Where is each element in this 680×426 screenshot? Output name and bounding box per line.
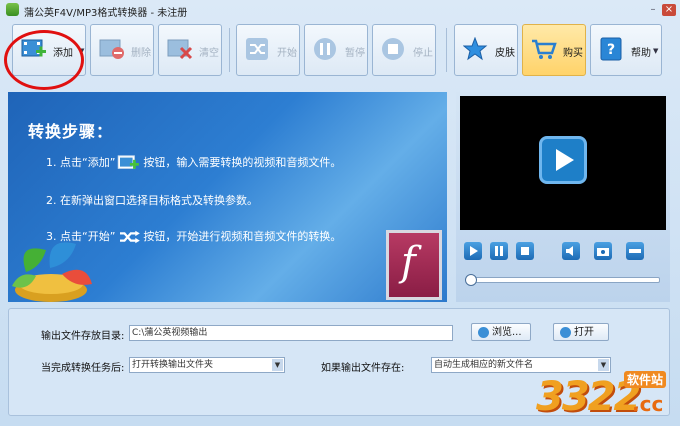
pause-icon	[314, 38, 336, 60]
add-video-icon	[118, 155, 140, 169]
step-1-text-a: 1. 点击“添加”	[46, 156, 116, 169]
main-window: 蒲公英F4V/MP3格式转换器 - 未注册 – × 添加 ▼ 删除 清空 开始 …	[0, 0, 680, 426]
stop-button[interactable]	[516, 242, 534, 260]
browse-label: 浏览...	[492, 327, 522, 338]
highlight-circle	[4, 30, 84, 90]
open-button[interactable]: 打开	[553, 323, 609, 341]
steps-title: 转换步骤：	[28, 122, 114, 141]
toolbar: 添加 ▼ 删除 清空 开始 暂停 停止 皮肤 购买 ? 帮助 ▼	[0, 20, 680, 88]
step-2: 2. 在新弹出窗口选择目标格式及转换参数。	[46, 194, 258, 207]
chevron-down-icon: ▼	[653, 47, 659, 55]
pause-button[interactable]	[490, 242, 508, 260]
pause-button[interactable]: 暂停	[304, 24, 368, 76]
stop-button[interactable]: 停止	[372, 24, 436, 76]
watermark-site: 软件站	[624, 371, 667, 388]
clear-button[interactable]: 清空	[158, 24, 222, 76]
open-label: 打开	[574, 327, 594, 338]
after-task-label: 当完成转换任务后:	[41, 363, 125, 374]
flash-logo: f	[386, 230, 442, 300]
minimize-button[interactable]: –	[646, 4, 660, 16]
shuffle-icon	[246, 38, 268, 60]
buy-label: 购买	[563, 48, 583, 59]
stop-label: 停止	[413, 48, 433, 59]
site-watermark: 3322 软件站 .cc	[530, 368, 680, 426]
file-exists-value: 自动生成相应的新文件名	[434, 360, 534, 370]
delete-video-icon	[99, 39, 124, 59]
camera-icon[interactable]	[594, 242, 612, 260]
svg-text:?: ?	[607, 42, 615, 58]
open-folder-icon	[560, 326, 571, 338]
output-dir-field[interactable]: C:\蒲公英视频输出	[129, 325, 453, 341]
watermark-domain: .cc	[632, 392, 664, 416]
play-button[interactable]	[464, 242, 482, 260]
step-1: 1. 点击“添加” 按钮，输入需要转换的视频和音频文件。	[46, 154, 341, 172]
toolbar-divider	[446, 28, 447, 72]
clear-label: 清空	[199, 48, 219, 59]
file-exists-label: 如果输出文件存在:	[321, 363, 405, 374]
step-1-text-b: 按钮，输入需要转换的视频和音频文件。	[143, 156, 342, 169]
stop-icon	[382, 38, 404, 60]
volume-icon[interactable]	[562, 242, 580, 260]
help-icon: ?	[600, 37, 622, 61]
help-button[interactable]: ? 帮助 ▼	[590, 24, 662, 76]
pause-label: 暂停	[345, 48, 365, 59]
after-task-value: 打开转换输出文件夹	[132, 360, 214, 370]
output-dir-label: 输出文件存放目录:	[41, 331, 125, 342]
fullscreen-icon[interactable]	[626, 242, 644, 260]
star-icon	[463, 37, 488, 61]
after-task-select[interactable]: 打开转换输出文件夹 ▼	[129, 357, 285, 373]
video-screen[interactable]	[460, 96, 666, 230]
chevron-down-icon[interactable]: ▼	[272, 359, 283, 371]
help-label: 帮助	[631, 48, 651, 59]
app-logo-icon	[12, 242, 92, 302]
window-title: 蒲公英F4V/MP3格式转换器 - 未注册	[24, 8, 188, 19]
video-preview-panel	[456, 92, 670, 302]
shuffle-icon	[120, 230, 141, 244]
cart-icon	[532, 39, 557, 59]
title-bar: 蒲公英F4V/MP3格式转换器 - 未注册 – ×	[0, 0, 680, 20]
delete-button[interactable]: 删除	[90, 24, 154, 76]
app-icon	[6, 3, 19, 16]
delete-label: 删除	[131, 48, 151, 59]
browse-button[interactable]: 浏览...	[471, 323, 531, 341]
start-label: 开始	[277, 48, 297, 59]
play-icon[interactable]	[539, 136, 587, 184]
step-3-text-b: 按钮，开始进行视频和音频文件的转换。	[143, 230, 342, 243]
buy-button[interactable]: 购买	[522, 24, 586, 76]
start-button[interactable]: 开始	[236, 24, 300, 76]
skin-button[interactable]: 皮肤	[454, 24, 518, 76]
toolbar-divider	[229, 28, 230, 72]
slider-handle[interactable]	[465, 274, 477, 286]
skin-label: 皮肤	[495, 48, 515, 59]
close-button[interactable]: ×	[662, 4, 676, 16]
clear-video-icon	[167, 39, 193, 60]
progress-slider[interactable]	[465, 274, 660, 286]
folder-icon	[478, 326, 489, 338]
